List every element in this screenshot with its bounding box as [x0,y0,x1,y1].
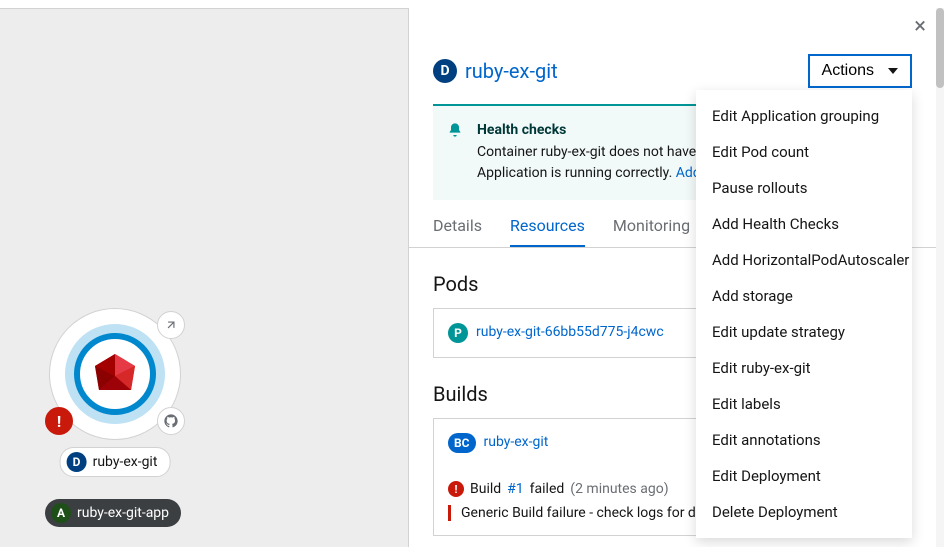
deployment-badge: D [433,59,457,83]
build-number-link[interactable]: #1 [507,481,524,497]
build-status-decorator[interactable]: ! [45,407,73,435]
action-pause-rollouts[interactable]: Pause rollouts [696,170,912,206]
panel-header: D ruby-ex-git Actions [409,8,936,88]
buildconfig-badge: BC [448,433,476,453]
close-icon[interactable]: × [914,14,926,39]
node-label-text: ruby-ex-git [93,454,158,470]
url-decorator[interactable] [157,311,185,339]
scrollbar-thumb[interactable] [936,8,944,88]
action-edit-deployment[interactable]: Edit Deployment [696,458,912,494]
topology-node[interactable]: ! D ruby-ex-git [20,297,210,487]
tab-monitoring[interactable]: Monitoring [613,216,690,247]
tab-resources[interactable]: Resources [510,216,585,247]
action-edit-annotations[interactable]: Edit annotations [696,422,912,458]
deployment-badge: D [67,452,87,472]
application-label-text: ruby-ex-git-app [77,505,169,521]
action-add-hpa[interactable]: Add HorizontalPodAutoscaler [696,242,912,278]
build-status-text: failed [530,481,565,497]
error-icon: ! [448,481,464,497]
action-edit-update-strategy[interactable]: Edit update strategy [696,314,912,350]
actions-menu: Edit Application grouping Edit Pod count… [696,90,912,538]
error-icon: ! [57,412,61,431]
actions-button[interactable]: Actions [808,54,912,88]
application-badge: A [51,503,71,523]
pod-badge: P [448,323,468,343]
node-icon-circle [74,333,156,415]
actions-button-label: Actions [822,62,874,80]
application-label[interactable]: A ruby-ex-git-app [45,499,181,527]
action-edit-labels[interactable]: Edit labels [696,386,912,422]
node-pod-ring-inner [65,324,165,424]
action-edit-pod-count[interactable]: Edit Pod count [696,134,912,170]
panel-title: D ruby-ex-git [433,59,558,83]
action-edit-app-grouping[interactable]: Edit Application grouping [696,98,912,134]
action-edit-resource[interactable]: Edit ruby-ex-git [696,350,912,386]
bell-icon [447,122,463,142]
resource-title-link[interactable]: ruby-ex-git [465,59,558,83]
caret-down-icon [888,68,898,74]
scrollbar-track [936,8,944,547]
build-time: (2 minutes ago) [570,481,668,497]
buildconfig-link[interactable]: ruby-ex-git [484,433,549,453]
action-delete-deployment[interactable]: Delete Deployment [696,494,912,530]
ruby-icon [91,352,139,396]
build-word: Build [470,481,501,497]
node-label[interactable]: D ruby-ex-git [60,447,171,477]
source-decorator[interactable] [157,407,185,435]
tab-details[interactable]: Details [433,216,482,247]
pod-link[interactable]: ruby-ex-git-66bb55d775-j4cwc [476,323,664,343]
action-add-health-checks[interactable]: Add Health Checks [696,206,912,242]
action-add-storage[interactable]: Add storage [696,278,912,314]
